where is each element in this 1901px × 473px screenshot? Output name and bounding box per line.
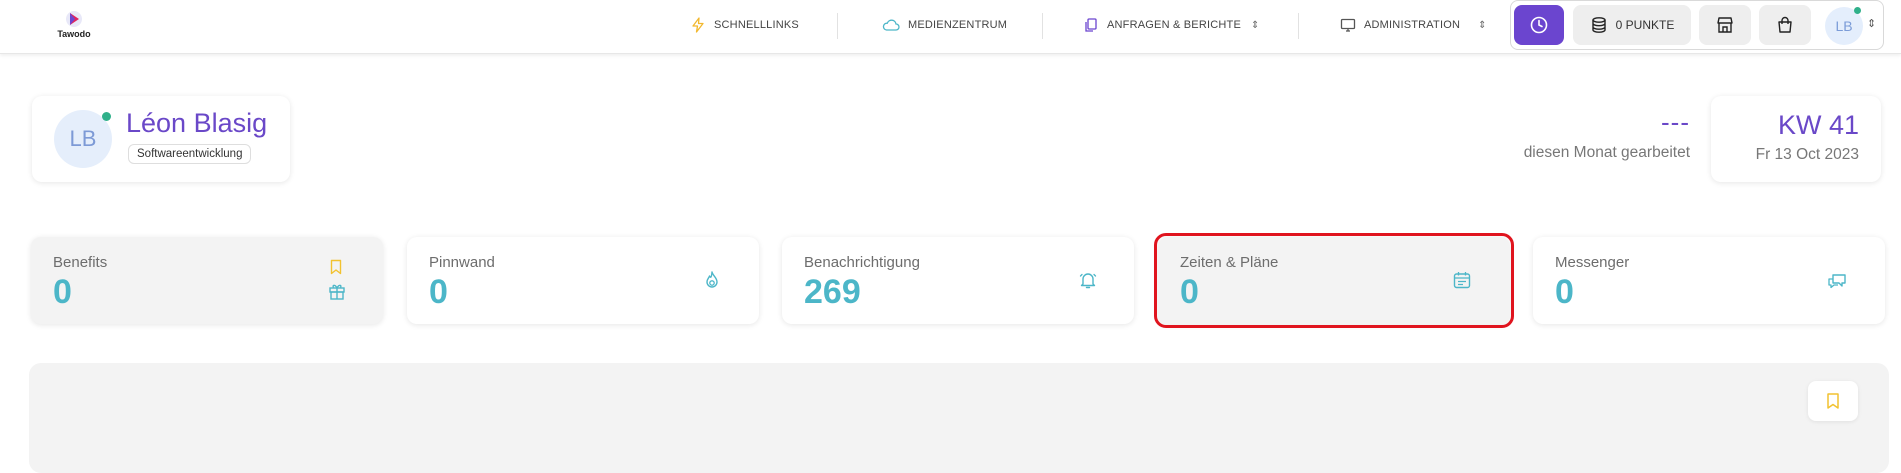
bookmark-button[interactable] bbox=[1808, 381, 1858, 421]
lightning-icon bbox=[692, 17, 704, 33]
stat-label: Pinnwand bbox=[429, 254, 495, 271]
clock-icon bbox=[1530, 16, 1548, 34]
stat-value: 0 bbox=[1180, 273, 1199, 311]
gift-icon bbox=[329, 284, 345, 300]
stat-label: Benachrichtigung bbox=[804, 254, 920, 271]
top-navigation-bar: Tawodo SCHNELLLINKS MEDIENZENTRUM ANFRAG… bbox=[0, 0, 1901, 54]
nav-requests-reports[interactable]: ANFRAGEN & BERICHTE ⇕ bbox=[1083, 14, 1260, 36]
stat-label: Messenger bbox=[1555, 254, 1630, 271]
tawodo-logo-icon bbox=[66, 11, 82, 27]
worked-hours-label: diesen Monat gearbeitet bbox=[1523, 144, 1690, 161]
nav-media-center[interactable]: MEDIENZENTRUM bbox=[882, 14, 1007, 36]
header-actions-group: 0 PUNKTE LB ⇕ bbox=[1510, 0, 1884, 50]
app-logo[interactable]: Tawodo bbox=[54, 10, 94, 39]
points-label: 0 PUNKTE bbox=[1615, 18, 1675, 32]
nav-media-center-label: MEDIENZENTRUM bbox=[908, 19, 1008, 31]
stat-value: 269 bbox=[804, 273, 861, 311]
documents-icon bbox=[1085, 18, 1097, 32]
nav-administration[interactable]: ADMINISTRATION ⇕ bbox=[1340, 14, 1487, 36]
nav-requests-reports-label: ANFRAGEN & BERICHTE bbox=[1107, 19, 1241, 31]
chevron-updown-icon: ⇕ bbox=[1478, 19, 1487, 31]
profile-card: LB Léon Blasig Softwareentwicklung bbox=[32, 96, 290, 182]
user-avatar-menu[interactable]: LB bbox=[1825, 7, 1863, 45]
flame-icon bbox=[706, 271, 718, 288]
shopping-bag-button[interactable] bbox=[1759, 5, 1811, 45]
stat-card-benefits[interactable]: Benefits 0 bbox=[31, 237, 383, 324]
cloud-icon bbox=[882, 19, 900, 31]
calendar-week-card: KW 41 Fr 13 Oct 2023 bbox=[1711, 96, 1881, 182]
nav-divider bbox=[837, 13, 838, 39]
avatar-initials: LB bbox=[1835, 18, 1853, 34]
store-button[interactable] bbox=[1699, 5, 1751, 45]
online-status-dot bbox=[1854, 7, 1861, 14]
stat-card-times-plans[interactable]: Zeiten & Pläne 0 bbox=[1158, 237, 1510, 324]
bell-icon bbox=[1079, 273, 1097, 289]
profile-avatar[interactable]: LB bbox=[54, 110, 112, 168]
stat-value: 0 bbox=[53, 273, 72, 311]
store-icon bbox=[1717, 17, 1733, 33]
nav-quicklinks[interactable]: SCHNELLLINKS bbox=[690, 14, 799, 36]
stat-label: Benefits bbox=[53, 254, 108, 271]
department-badge: Softwareentwicklung bbox=[128, 144, 252, 164]
profile-name: Léon Blasig bbox=[126, 108, 268, 138]
nav-administration-label: ADMINISTRATION bbox=[1364, 19, 1461, 31]
logo-text: Tawodo bbox=[57, 29, 91, 39]
points-button[interactable]: 0 PUNKTE bbox=[1573, 5, 1691, 45]
chevron-updown-icon: ⇕ bbox=[1251, 19, 1260, 31]
stat-card-notifications[interactable]: Benachrichtigung 269 bbox=[782, 237, 1134, 324]
calendar-icon bbox=[1453, 272, 1471, 289]
shopping-bag-icon bbox=[1778, 16, 1792, 33]
worked-hours-value: --- bbox=[1661, 107, 1690, 137]
stat-value: 0 bbox=[1555, 273, 1574, 311]
online-status-dot bbox=[102, 112, 111, 121]
stat-card-pinnwand[interactable]: Pinnwand 0 bbox=[407, 237, 759, 324]
database-icon bbox=[1591, 17, 1606, 33]
content-panel bbox=[29, 363, 1889, 473]
stat-value: 0 bbox=[429, 273, 448, 311]
current-date: Fr 13 Oct 2023 bbox=[1755, 146, 1859, 163]
bookmark-icon bbox=[1827, 393, 1839, 409]
bookmark-icon bbox=[330, 259, 342, 275]
nav-quicklinks-label: SCHNELLLINKS bbox=[714, 19, 799, 31]
worked-hours-summary: --- diesen Monat gearbeitet bbox=[1524, 108, 1690, 162]
stat-card-messenger[interactable]: Messenger 0 bbox=[1533, 237, 1885, 324]
time-tracking-button[interactable] bbox=[1514, 5, 1564, 45]
calendar-week-title: KW 41 bbox=[1777, 110, 1859, 140]
monitor-icon bbox=[1340, 18, 1356, 32]
chat-icon bbox=[1828, 274, 1846, 289]
nav-divider bbox=[1298, 13, 1299, 39]
chevron-updown-icon[interactable]: ⇕ bbox=[1867, 17, 1876, 30]
profile-initials: LB bbox=[69, 126, 97, 151]
nav-divider bbox=[1042, 13, 1043, 39]
stat-label: Zeiten & Pläne bbox=[1180, 254, 1279, 271]
